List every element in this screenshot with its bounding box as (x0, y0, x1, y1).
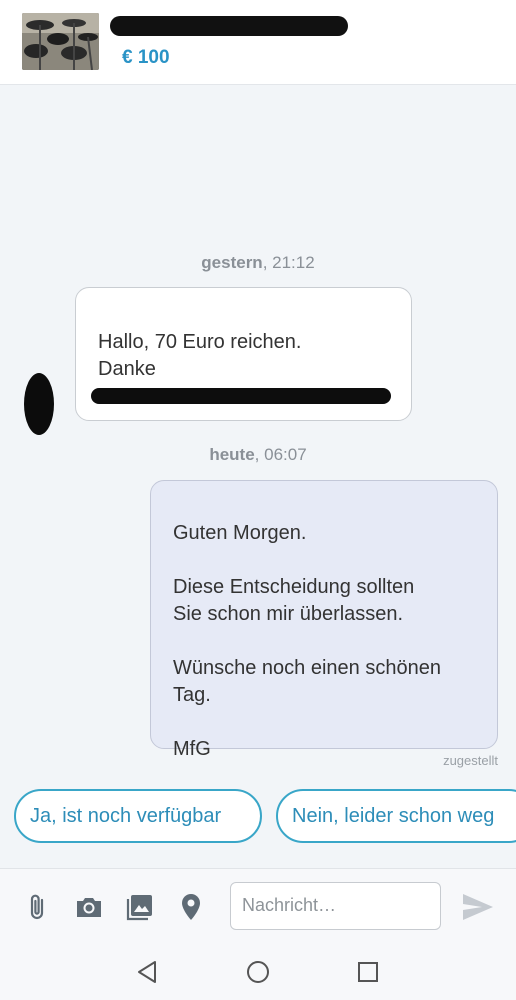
system-navigation-bar (0, 944, 516, 1000)
redacted-listing-title (110, 16, 348, 36)
incoming-message-text: Hallo, 70 Euro reichen. Danke (98, 331, 302, 380)
date-separator: heute, 06:07 (0, 445, 516, 465)
location-pin-icon[interactable] (176, 892, 206, 922)
camera-icon[interactable] (74, 892, 104, 922)
send-icon[interactable] (460, 891, 496, 923)
paperclip-icon[interactable] (23, 892, 53, 922)
outgoing-message-text: Guten Morgen. Diese Entscheidung sollten… (173, 522, 441, 760)
back-icon[interactable] (134, 958, 162, 986)
date-separator-day: gestern (201, 253, 263, 272)
message-input[interactable]: Nachricht… (230, 882, 441, 930)
home-icon[interactable] (244, 958, 272, 986)
date-separator: gestern, 21:12 (0, 253, 516, 273)
quick-reply-sold-button[interactable]: Nein, leider schon weg (276, 789, 516, 843)
date-separator-day: heute (209, 445, 255, 464)
redacted-message-line (91, 388, 391, 404)
listing-header[interactable]: € 100 (0, 0, 516, 85)
message-composer: Nachricht… (0, 868, 516, 945)
incoming-message-bubble: Hallo, 70 Euro reichen. Danke (75, 287, 412, 421)
sender-avatar-redacted (22, 372, 56, 436)
listing-price: € 100 (122, 47, 170, 68)
recents-icon[interactable] (354, 958, 382, 986)
gallery-icon[interactable] (125, 892, 155, 922)
date-separator-time: , 21:12 (262, 253, 315, 272)
outgoing-message-bubble: Guten Morgen. Diese Entscheidung sollten… (150, 480, 498, 760)
delivery-status: zugestellt (443, 753, 498, 768)
quick-reply-available-button[interactable]: Ja, ist noch verfügbar (14, 789, 262, 843)
listing-thumbnail[interactable] (22, 13, 99, 70)
date-separator-time: , 06:07 (254, 445, 307, 464)
